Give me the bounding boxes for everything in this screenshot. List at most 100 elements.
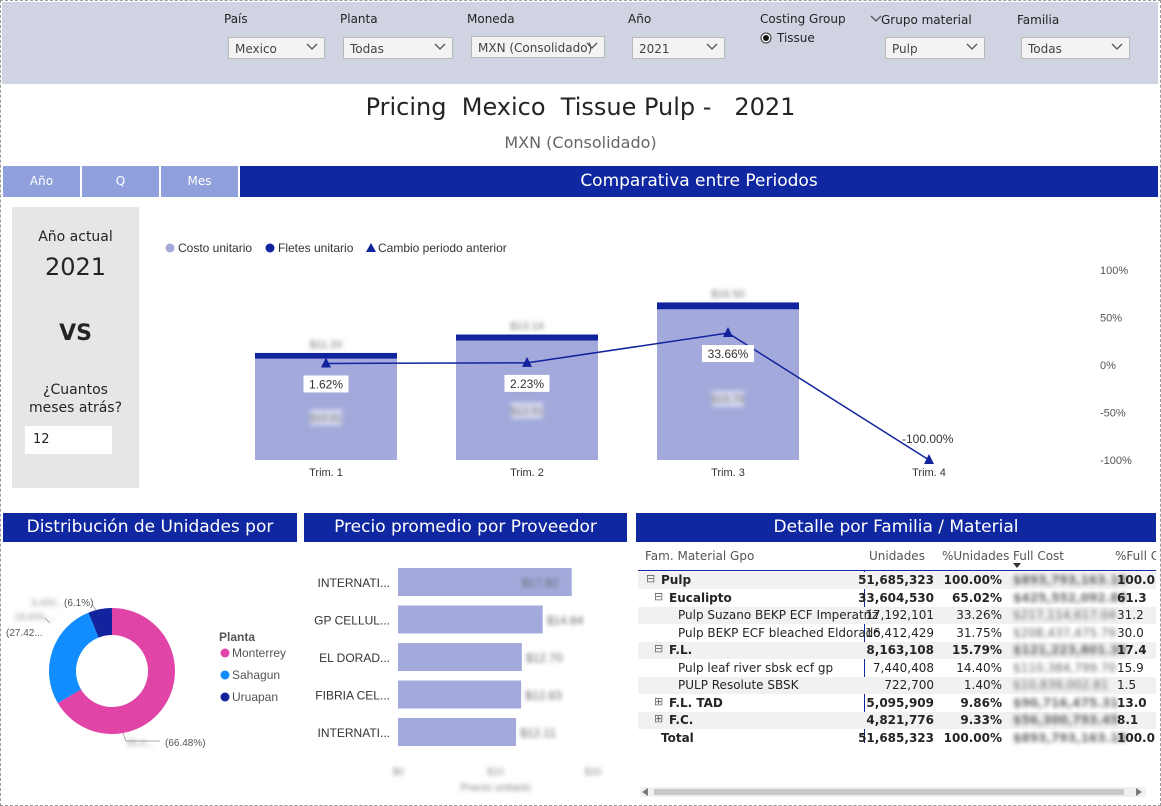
table-row[interactable]: ⊞ F.C. 4,821,776 9.33% $56,300,793.45 8.1 [638,712,1156,729]
precio-proveedor-chart: INTERNATI... $17.82 GP CELLUL... $14.84 EL D… [314,568,602,794]
column-header-pct-full-cost[interactable]: %Full C [1115,549,1156,563]
column-header-unidades[interactable]: Unidades [869,549,925,563]
collapse-icon[interactable]: ⊟ [654,590,663,603]
x-tick-label: Trim. 3 [711,467,745,479]
cell-pct-full-cost: 15.9 [1117,660,1144,675]
costing-group-radio-tissue[interactable]: Tissue [760,31,815,45]
cell-material-name: F.L. TAD [669,695,723,710]
table-row[interactable]: Pulp BEKP ECF bleached Eldorado 16,412,42… [638,625,1156,642]
cell-material-name: Pulp Suzano BEKP ECF Imperatriz [678,608,879,622]
table-horizontal-scrollbar[interactable] [640,787,1146,797]
legend-dot-sahagun [220,670,230,680]
cell-pct-full-cost: 17.4 [1117,643,1147,657]
cell-pct-unidades: 33.26% [956,608,1002,622]
tab-mes[interactable]: Mes [161,166,238,197]
legend-label-sahagun[interactable]: Sahagun [232,668,280,682]
cell-pct-unidades: 100.00% [943,730,1002,745]
chart-bars: $11.20 $10.61 $13.14 $12.51 $16.50 $15.78 [255,288,799,460]
change-marker[interactable] [924,454,934,464]
table-row[interactable]: ⊟ Eucalipto 33,604,530 65.02% $425,552,092.8… [638,590,1156,607]
table-row[interactable]: PULP Resolute SBSK 722,700 1.40% $10,839,00… [638,677,1156,694]
table-row[interactable]: ⊟ F.L. 8,163,108 15.79% $121,223,801.39 17.4 [638,642,1156,659]
radio-selected-icon [760,32,772,44]
change-line [325,332,930,461]
cell-unidades: 16,412,429 [865,625,934,640]
legend-marker-1 [265,243,275,253]
legend-label-uruapan[interactable]: Uruapan [232,690,278,704]
filter-grupo-material-value: Pulp [892,42,918,56]
current-year-label: Año actual [38,229,113,245]
filter-label-grupo-material: Grupo material [881,13,972,27]
table-total-row[interactable]: Total 51,685,323 100.00% $893,793,163.18 100… [638,730,1156,747]
cell-unidades: 17,192,101 [865,608,934,622]
tab-anio[interactable]: Año [3,166,80,197]
distribucion-donut-chart: 36,4... (66.48%) 18,600,... (27.42... 3,400.… [6,598,286,749]
donut-slice-sahagun[interactable] [48,612,99,704]
donut-legend-title: Planta [219,630,255,644]
tab-q[interactable]: Q [82,166,159,197]
filter-familia-value: Todas [1028,42,1062,56]
supplier-price-bar[interactable] [398,643,522,671]
months-back-input[interactable]: 12 [25,426,112,454]
slice-blurred-value: 36,4... [126,738,154,749]
scroll-left-icon[interactable] [642,788,648,796]
legend-label-2[interactable]: Cambio periodo anterior [378,241,507,255]
bar-value-label: $12.51 [510,406,544,418]
collapse-icon[interactable]: ⊟ [646,572,655,585]
section-distribucion-title: Distribución de Unidades por Planta [3,513,297,566]
slice-label-monterrey: (66.48%) [165,738,206,749]
table-row[interactable]: Pulp Suzano BEKP ECF Imperatriz 17,192,10… [638,607,1156,624]
change-label: -100.00% [902,432,954,446]
cell-full-cost: $10,839,002.81 [1013,678,1109,692]
scroll-right-icon[interactable] [1136,788,1142,796]
x-tick-label: $10 [487,767,504,778]
change-label: 1.62% [309,377,343,391]
legend-label-1[interactable]: Fletes unitario [278,241,354,255]
x-tick-label: Trim. 2 [510,467,544,479]
detalle-table-container: Fam. Material Gpo Unidades %Unidades Ful… [638,545,1156,785]
bar-value-label: $15.78 [711,394,745,406]
cell-pct-unidades: 14.40% [956,660,1002,675]
cell-full-cost: $425,552,092.83 [1013,590,1127,605]
expand-icon[interactable]: ⊞ [654,695,663,708]
table-row[interactable]: ⊟ Pulp 51,685,323 100.00% $893,793,163.18 100… [638,572,1156,589]
filter-grupo-material-dropdown[interactable]: Pulp [885,37,985,59]
legend-label-monterrey[interactable]: Monterrey [232,646,286,660]
cell-material-name: Pulp BEKP ECF bleached Eldorado [678,625,881,640]
filter-anio-dropdown[interactable]: 2021 [632,37,725,59]
table-row[interactable]: Pulp leaf river sbsk ecf gp 7,440,408 14.4… [638,660,1156,677]
supplier-price-label: $12.63 [525,689,562,703]
filter-pais-dropdown[interactable]: Mexico [228,37,325,59]
bar-fletes-unitario[interactable] [657,302,799,310]
supplier-price-bar[interactable] [398,718,517,746]
change-label: 2.23% [510,377,544,391]
column-header-pct-unidades[interactable]: %Unidades [942,549,1009,563]
bar-costo-unitario[interactable] [255,358,397,460]
filter-anio-value: 2021 [639,42,670,56]
cell-full-cost: $893,793,163.18 [1013,573,1127,587]
cell-pct-full-cost: 8.1 [1117,713,1139,727]
column-header-fam[interactable]: Fam. Material Gpo [645,549,754,563]
collapse-icon[interactable]: ⊟ [654,642,663,655]
supplier-price-bar[interactable] [398,680,522,709]
expand-icon[interactable]: ⊞ [654,712,663,725]
y-right-tick-label: 100% [1100,265,1128,277]
cell-unidades: 33,604,530 [858,590,934,605]
supplier-label: GP CELLUL... [314,614,390,628]
filter-planta-dropdown[interactable]: Todas [343,37,453,59]
column-header-full-cost[interactable]: Full Cost [1013,549,1064,563]
cell-material-name: Eucalipto [669,590,732,605]
cell-full-cost: $56,300,793.45 [1013,713,1119,727]
current-year-value: 2021 [44,253,107,281]
chevron-down-icon [1111,43,1123,50]
legend-label-0[interactable]: Costo unitario [178,241,252,255]
filter-moneda-dropdown[interactable]: MXN (Consolidado) [471,36,605,58]
scrollbar-thumb[interactable] [654,789,1124,795]
supplier-price-bar[interactable] [398,605,543,634]
bar-fletes-unitario[interactable] [456,334,598,341]
table-row[interactable]: ⊞ F.L. TAD 5,095,909 9.86% $90,716,475.31 13.… [638,695,1156,712]
filter-label-pais: País [224,12,248,26]
filter-familia-dropdown[interactable]: Todas [1021,37,1130,59]
x-axis-label: Precio unitario [460,782,530,794]
cell-unidades: 722,700 [884,678,934,692]
